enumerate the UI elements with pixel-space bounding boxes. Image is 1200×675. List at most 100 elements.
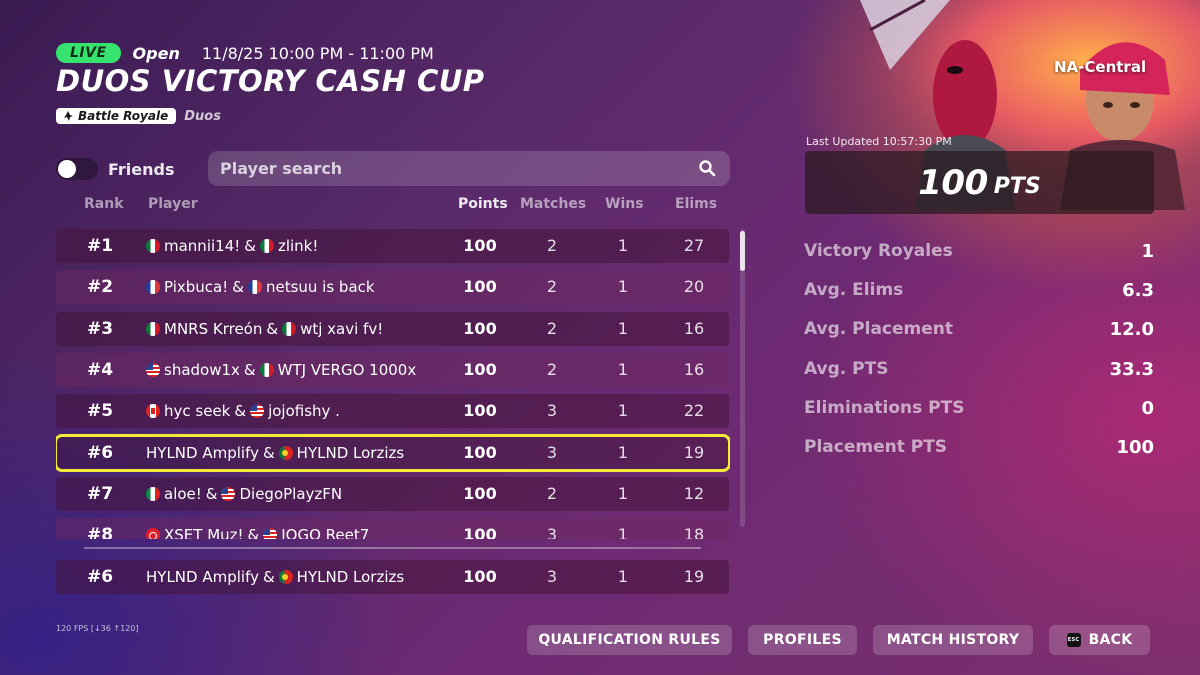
wins-cell: 1 [617,277,629,297]
flag-ca-icon [146,404,160,419]
column-header-player: Player [148,196,198,212]
search-icon[interactable] [698,159,716,177]
player-search-input[interactable] [208,151,730,186]
table-row[interactable]: #5 100 3 1 22 hyc seek & jojofishy . [56,394,729,429]
player-2-name: zlink! [277,237,319,255]
mode-label: Battle Royale [78,109,169,123]
matches-cell: 2 [546,359,558,379]
stat-label: Eliminations PTS [804,398,965,418]
matches-cell: 3 [546,525,558,539]
table-row[interactable]: #2 100 2 1 20 Pixbuca! & netsuu is back [56,270,729,305]
matches-cell: 3 [546,401,558,421]
elims-cell: 12 [683,483,705,503]
stat-value: 33.3 [1109,359,1154,380]
player-2-name: jojofishy . [268,402,340,421]
wins-cell: 1 [617,236,629,255]
friends-toggle[interactable]: Friends [56,158,175,180]
team-separator: & [244,237,256,255]
stat-value: 12.0 [1109,319,1154,340]
stat-label: Victory Royales [804,241,953,261]
wins-cell: 1 [617,525,629,539]
player-1-name: MNRS Krreón [164,319,263,338]
flag-mx-icon [146,239,160,253]
matches-cell: 2 [546,318,558,338]
team-separator: & [262,443,275,462]
elims-cell: 27 [683,236,705,255]
rank-cell: #4 [86,359,114,380]
pinned-team-row[interactable]: #6 100 3 1 19 HYLND Amplify & HYLND Lorzizs [56,560,729,594]
event-date: 11/8/25 10:00 PM - 11:00 PM [201,43,434,63]
column-header-elims: Elims [675,196,718,212]
elims-cell: 22 [683,401,705,421]
rank-cell: #2 [86,277,114,298]
mode-badge: Battle Royale [56,108,177,124]
team-separator: & [262,568,275,586]
table-row[interactable]: #8 100 3 1 18 XSET Muz! & JOGO Reet7 [56,518,729,539]
elims-cell: 16 [683,359,705,379]
leaderboard-table[interactable]: #1 100 2 1 27 mannii14! & zlink! #2 100 2 1 20 Pixbuc… [56,229,730,539]
event-title: DUOS VICTORY CASH CUP [56,64,485,98]
profiles-button[interactable]: PROFILES [748,625,857,655]
matches-cell: 3 [546,442,558,462]
flag-it-icon [146,486,160,501]
elims-cell: 16 [683,318,705,338]
stat-avg-pts: Avg. PTS 33.3 [804,359,1154,387]
column-header-wins: Wins [605,196,644,212]
player-2-name: wtj xavi fv! [300,319,384,338]
live-badge: LIVE [56,43,121,63]
submode-label: Duos [184,108,221,124]
toggle-knob [58,160,76,178]
friends-toggle-switch[interactable] [56,158,98,180]
column-header-rank: Rank [84,196,124,212]
table-row[interactable]: #7 100 2 1 12 aloe! & DiegoPlayzFN [56,476,729,511]
flag-mx-icon [146,321,160,336]
table-row[interactable]: #4 100 2 1 16 shadow1x & WTJ VERGO 1000x [56,352,729,387]
stat-value: 1 [1141,241,1154,262]
stat-avg-placement: Avg. Placement 12.0 [804,319,1154,347]
leaderboard-scrollbar[interactable] [740,229,745,527]
wins-cell: 1 [617,483,629,503]
pinned-divider [84,547,701,549]
fps-counter: 120 FPS [↓36 ↑120] [56,624,139,633]
stat-victory-royales: Victory Royales 1 [804,241,1154,269]
total-points-card: 100 PTS [805,151,1154,214]
player-2-name: DiegoPlayzFN [239,484,343,503]
team-separator: & [243,360,256,379]
flag-mx-icon [282,321,297,336]
table-row[interactable]: #1 100 2 1 27 mannii14! & zlink! [56,229,729,263]
player-1-name: shadow1x [164,360,240,379]
last-updated: Last Updated 10:57:30 PM [806,135,952,148]
wins-cell: 1 [617,318,629,338]
matches-cell: 2 [546,277,558,297]
qualification-rules-button[interactable]: QUALIFICATION RULES [527,625,732,655]
wins-cell: 1 [617,359,629,379]
flag-us-icon [221,486,236,501]
table-row-selected[interactable]: #6 100 3 1 19 HYLND Amplify & HYLND Lorzizs [56,433,730,472]
team-players: aloe! & DiegoPlayzFN [146,477,476,511]
back-label: BACK [1088,632,1133,648]
matches-cell: 2 [546,236,558,255]
rank-cell: #5 [86,401,114,422]
flag-mx-icon [259,362,274,377]
wins-cell: 1 [617,442,629,462]
match-history-button[interactable]: MATCH HISTORY [873,625,1033,655]
flag-us-icon [263,528,278,539]
event-meta: LIVE Open 11/8/25 10:00 PM - 11:00 PM [56,42,434,64]
stat-label: Avg. Elims [804,280,904,300]
back-button[interactable]: ESC BACK [1049,625,1150,655]
team-players: HYLND Amplify & HYLND Lorzizs [146,436,476,470]
scrollbar-thumb[interactable] [740,231,745,271]
team-players: MNRS Krreón & wtj xavi fv! [146,312,476,346]
team-players: hyc seek & jojofishy . [146,394,476,428]
table-row[interactable]: #3 100 2 1 16 MNRS Krreón & wtj xavi fv! [56,311,729,346]
rank-cell: #6 [86,567,114,587]
team-separator: & [234,402,247,421]
matches-cell: 2 [546,483,558,503]
stat-value: 0 [1141,398,1154,419]
team-players: Pixbuca! & netsuu is back [146,270,476,304]
team-separator: & [266,319,279,338]
stat-placement-pts: Placement PTS 100 [804,437,1154,465]
player-1-name: aloe! [164,484,202,503]
team-separator: & [232,278,244,297]
wins-cell: 1 [617,567,629,586]
